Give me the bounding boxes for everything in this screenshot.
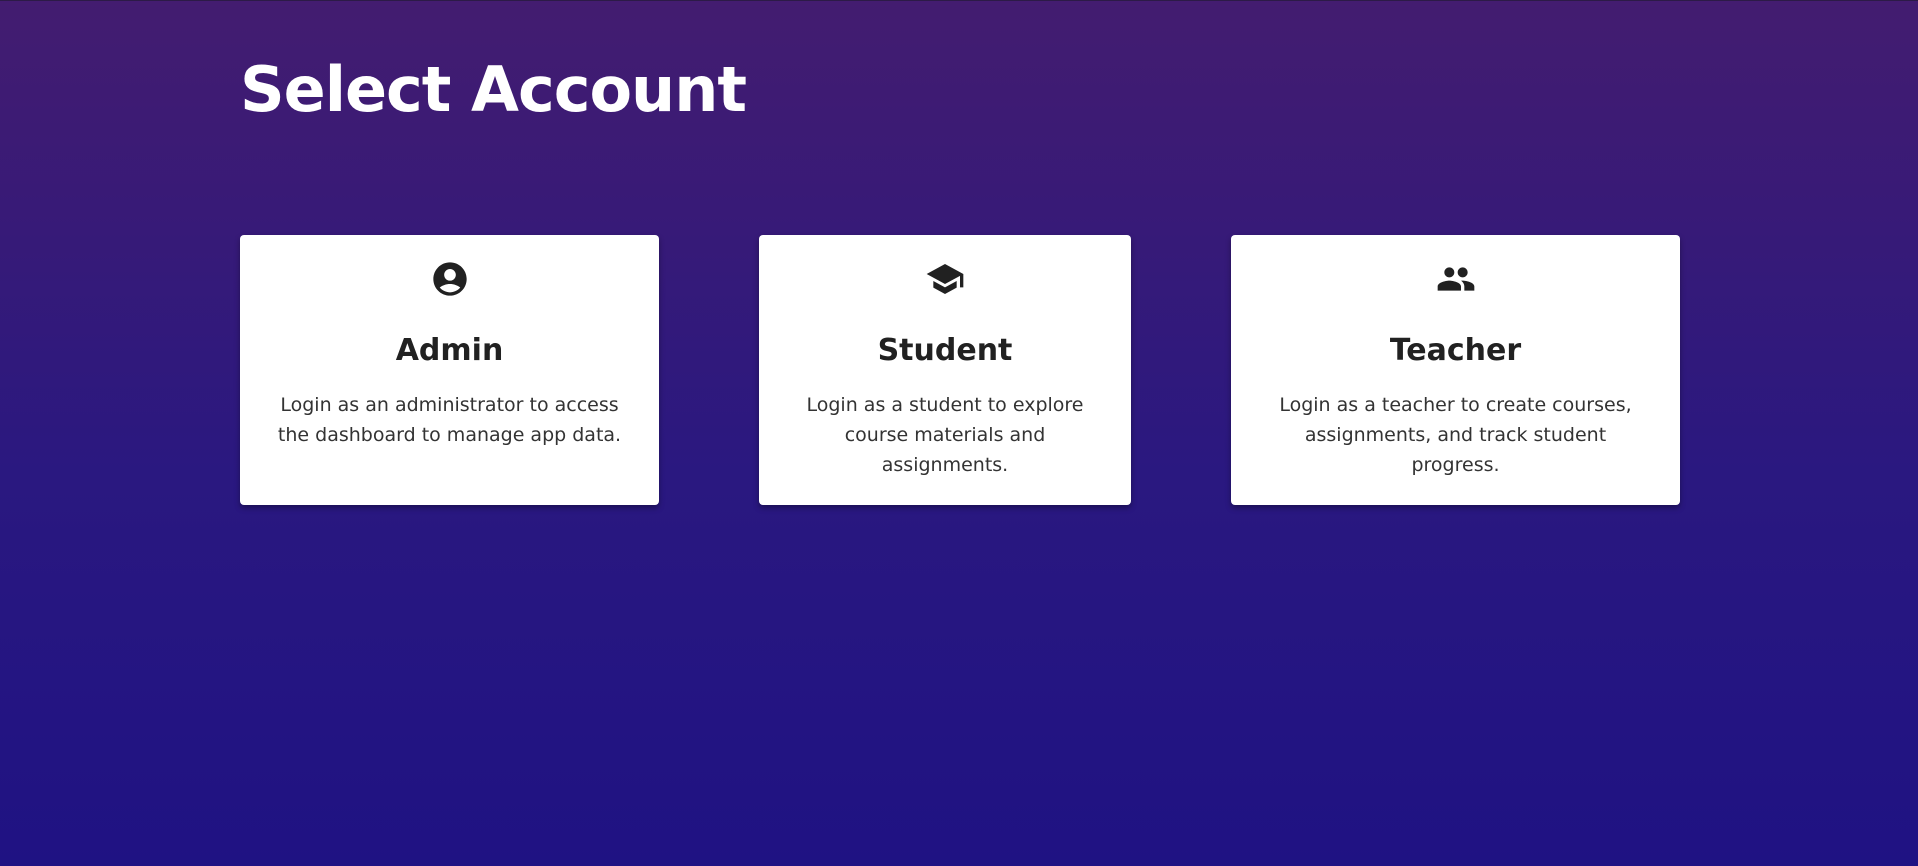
student-card-title: Student bbox=[877, 333, 1013, 368]
admin-card-title: Admin bbox=[395, 333, 504, 368]
teacher-account-card[interactable]: Teacher Login as a teacher to create cou… bbox=[1231, 235, 1680, 505]
account-circle-icon bbox=[430, 259, 470, 299]
graduation-cap-icon bbox=[925, 259, 965, 299]
student-card-description: Login as a student to explore course mat… bbox=[806, 394, 1084, 476]
student-account-card[interactable]: Student Login as a student to explore co… bbox=[759, 235, 1131, 505]
people-icon bbox=[1436, 259, 1476, 299]
admin-account-card[interactable]: Admin Login as an administrator to acces… bbox=[240, 235, 659, 505]
admin-card-description: Login as an administrator to access the … bbox=[277, 394, 622, 446]
page-title: Select Account bbox=[240, 53, 747, 126]
teacher-card-title: Teacher bbox=[1389, 333, 1522, 368]
top-divider bbox=[0, 0, 1918, 1]
teacher-card-description: Login as a teacher to create courses, as… bbox=[1279, 394, 1632, 476]
